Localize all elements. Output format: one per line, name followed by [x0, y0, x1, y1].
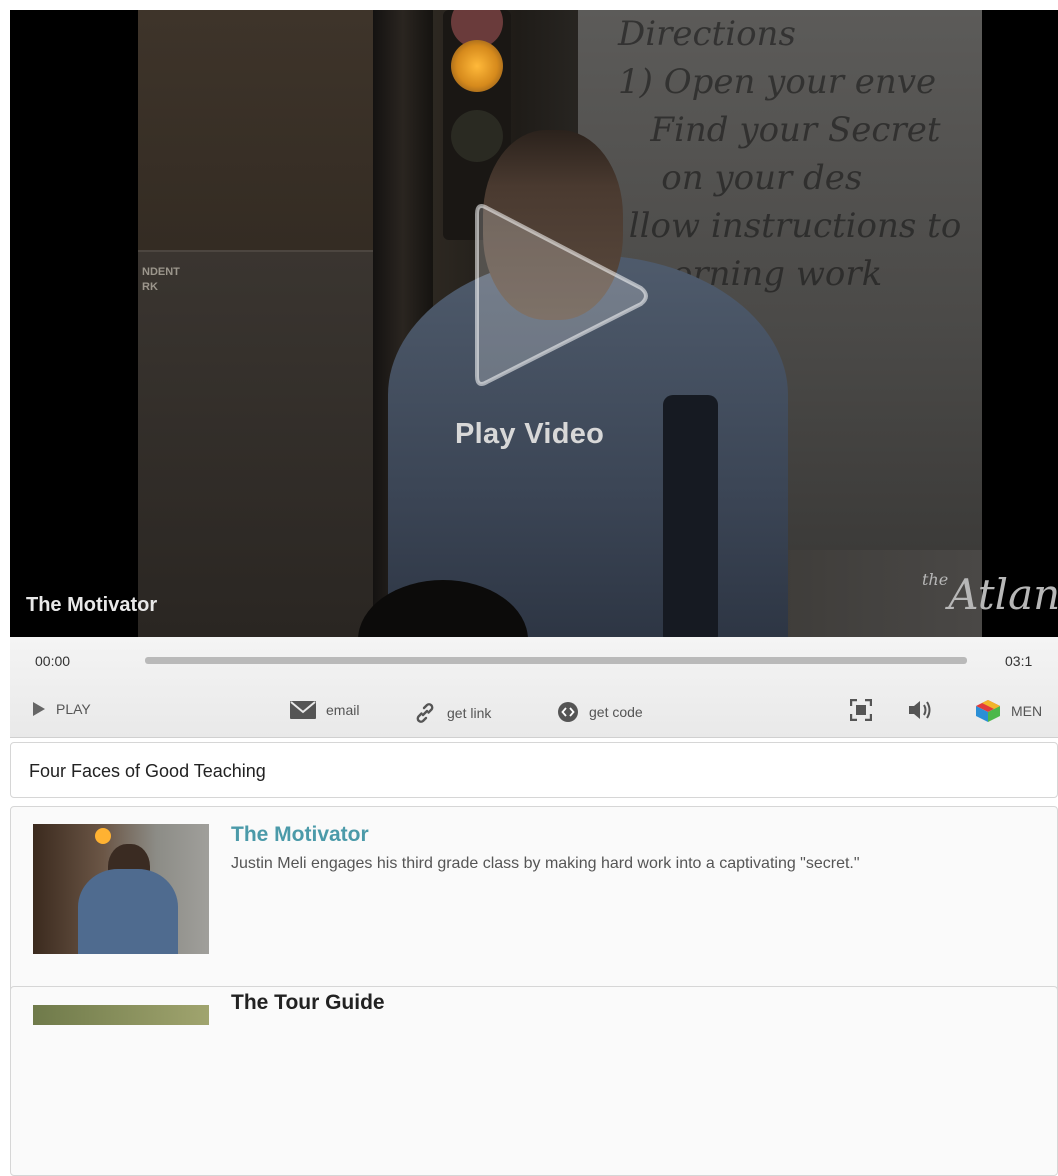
teacher-tie — [663, 395, 718, 637]
video-thumbnail[interactable] — [33, 1005, 209, 1025]
atlantic-logo: theAtlanti — [922, 570, 1058, 619]
whiteboard-text: Directions 1) Open your enve Find your S… — [618, 14, 962, 294]
thumbnail-light — [95, 828, 111, 844]
menu-button-label: MEN — [1011, 703, 1043, 719]
email-button-label: email — [326, 702, 360, 718]
chain-link-icon — [416, 703, 434, 723]
play-video-label[interactable]: Play Video — [455, 418, 604, 451]
playlist-item-title[interactable]: The Motivator — [231, 823, 369, 847]
playlist-item[interactable]: The Motivator Justin Meli engages his th… — [10, 806, 1058, 996]
playlist-item[interactable]: The Tour Guide — [10, 986, 1058, 1176]
play-button[interactable]: PLAY — [32, 701, 91, 717]
logo-text: Atlanti — [948, 570, 1058, 619]
fullscreen-icon — [850, 699, 872, 721]
code-icon — [558, 702, 578, 722]
get-code-button[interactable]: get code — [557, 701, 643, 723]
volume-button[interactable] — [908, 699, 944, 721]
playlist-header: Four Faces of Good Teaching — [10, 742, 1058, 798]
total-time: 03:1 — [1005, 653, 1033, 669]
video-player[interactable]: NDENT RK Directions 1) Open your enve Fi… — [10, 10, 1058, 637]
video-thumbnail[interactable] — [33, 824, 209, 954]
player-controls: 00:00 03:1 PLAY email get link get code — [10, 637, 1058, 738]
menu-button[interactable]: MEN — [975, 699, 1042, 723]
traffic-light-yellow — [451, 40, 503, 92]
playlist-item-description: Justin Meli engages his third grade clas… — [231, 855, 860, 872]
email-button[interactable]: email — [290, 701, 359, 719]
thumbnail-person — [78, 869, 178, 954]
current-time: 00:00 — [35, 653, 71, 669]
scene-cabinet — [138, 250, 373, 637]
progress-bar[interactable] — [145, 657, 967, 664]
logo-prefix: the — [922, 570, 949, 589]
play-button-label: PLAY — [56, 701, 91, 717]
play-video-icon[interactable] — [473, 198, 653, 393]
fullscreen-button[interactable] — [850, 699, 882, 721]
cabinet-label: NDENT RK — [142, 266, 180, 293]
get-link-label: get link — [447, 705, 492, 721]
play-icon — [33, 702, 45, 716]
get-link-button[interactable]: get link — [413, 701, 491, 725]
video-title: The Motivator — [26, 594, 158, 616]
cube-menu-icon — [976, 700, 1000, 722]
traffic-light-green — [451, 110, 503, 162]
playlist-item-title[interactable]: The Tour Guide — [231, 991, 385, 1015]
speaker-icon — [909, 701, 931, 719]
get-code-label: get code — [589, 704, 643, 720]
envelope-icon — [290, 701, 316, 719]
playlist-title: Four Faces of Good Teaching — [29, 761, 266, 781]
